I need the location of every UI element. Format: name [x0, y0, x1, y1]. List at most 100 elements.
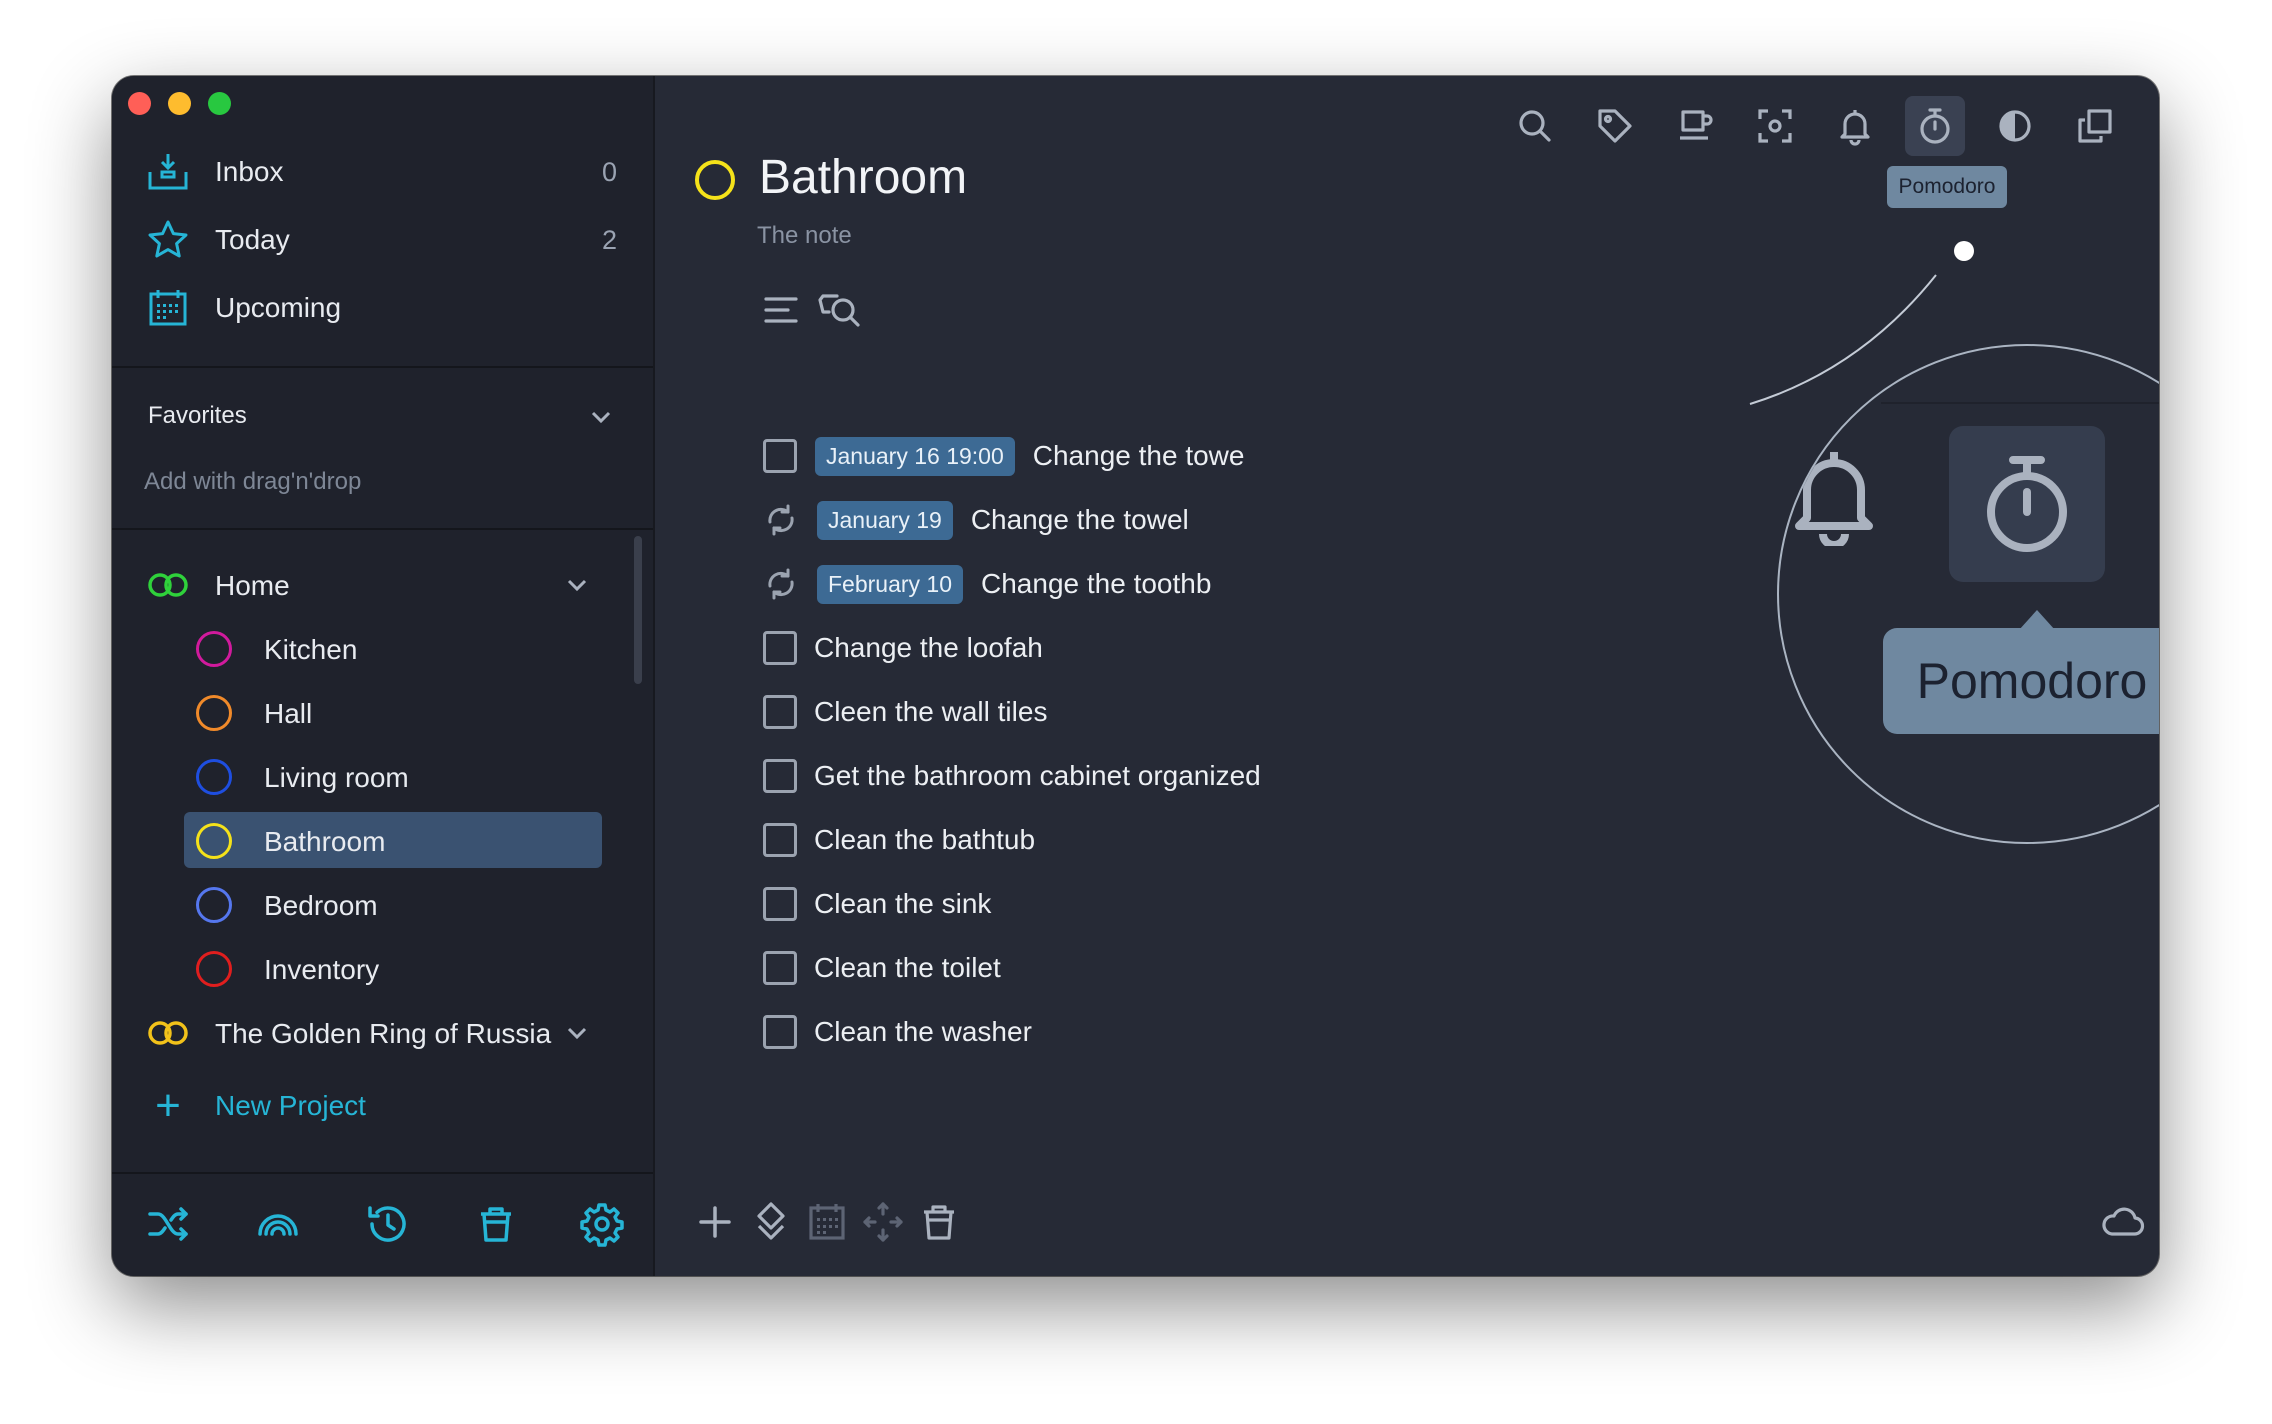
- task-title[interactable]: Change the toothb: [981, 568, 1211, 600]
- project-note[interactable]: The note: [757, 222, 852, 250]
- selected-highlight: [184, 812, 602, 868]
- tag-icon: [1598, 109, 1632, 143]
- sidebar-project-living-room[interactable]: Living room: [112, 748, 653, 806]
- task-title[interactable]: Change the towe: [1033, 440, 1245, 472]
- group-golden-ring[interactable]: The Golden Ring of Russia: [112, 1004, 653, 1062]
- magnified-bell-icon: [1795, 452, 1873, 546]
- new-project-button[interactable]: + New Project: [146, 1084, 366, 1128]
- task-title[interactable]: Clean the washer: [814, 1016, 1032, 1048]
- list-menu-icon[interactable]: [761, 290, 801, 330]
- tag-button[interactable]: [1585, 96, 1645, 156]
- task-checkbox[interactable]: [763, 887, 797, 921]
- trash-icon[interactable]: [472, 1200, 520, 1248]
- inbox-icon: [146, 150, 190, 194]
- pomodoro-tooltip: Pomodoro: [1887, 166, 2007, 208]
- task-checkbox[interactable]: [763, 439, 797, 473]
- project-label: Kitchen: [264, 634, 358, 665]
- sidebar-project-inventory[interactable]: Inventory: [112, 940, 653, 998]
- schedule-icon[interactable]: [803, 1198, 851, 1246]
- search-icon: [1519, 110, 1551, 142]
- project-status-ring[interactable]: [695, 160, 735, 200]
- task-row[interactable]: January 16 19:00 Change the towe: [763, 434, 1244, 478]
- task-row[interactable]: January 19 Change the towel: [763, 498, 1189, 542]
- task-checkbox[interactable]: [763, 631, 797, 665]
- bell-icon: [1840, 110, 1870, 146]
- chevron-down-icon[interactable]: [562, 1018, 592, 1048]
- chevron-down-icon[interactable]: [562, 570, 592, 600]
- search-comments-icon[interactable]: [817, 290, 863, 330]
- minimize-window-button[interactable]: [168, 92, 191, 115]
- sidebar-item-label: Inbox: [215, 156, 284, 187]
- project-color-ring: [196, 759, 232, 795]
- magnified-pomodoro-button: [1949, 426, 2105, 582]
- sidebar-project-bathroom[interactable]: Bathroom: [112, 812, 653, 870]
- task-title[interactable]: Clean the bathtub: [814, 824, 1035, 856]
- sidebar-item-inbox[interactable]: Inbox 0: [112, 142, 653, 202]
- pomodoro-button[interactable]: [1905, 96, 1965, 156]
- shuffle-icon[interactable]: [144, 1200, 192, 1248]
- sidebar-project-bedroom[interactable]: Bedroom: [112, 876, 653, 934]
- task-date-badge[interactable]: February 10: [817, 564, 964, 604]
- coffee-button[interactable]: [1665, 96, 1725, 156]
- repeat-icon[interactable]: [763, 502, 799, 538]
- project-color-ring: [196, 951, 232, 987]
- task-checkbox[interactable]: [763, 759, 797, 793]
- magnified-pomodoro-tooltip: Pomodoro: [1883, 628, 2159, 734]
- sidebar-project-kitchen[interactable]: Kitchen: [112, 620, 653, 678]
- new-window-button[interactable]: [2065, 96, 2125, 156]
- task-checkbox[interactable]: [763, 823, 797, 857]
- task-title[interactable]: Get the bathroom cabinet organized: [814, 760, 1261, 792]
- close-window-button[interactable]: [128, 92, 151, 115]
- sidebar-item-upcoming[interactable]: Upcoming: [112, 278, 653, 338]
- project-color-ring: [196, 887, 232, 923]
- task-checkbox[interactable]: [763, 951, 797, 985]
- gear-icon[interactable]: [578, 1200, 626, 1248]
- history-icon[interactable]: [364, 1200, 412, 1248]
- task-title[interactable]: Clean the sink: [814, 888, 991, 920]
- sidebar-project-hall[interactable]: Hall: [112, 684, 653, 742]
- move-icon[interactable]: [859, 1198, 907, 1246]
- project-color-ring: [196, 695, 232, 731]
- sidebar-scrollbar[interactable]: [634, 536, 642, 684]
- task-title[interactable]: Change the loofah: [814, 632, 1043, 664]
- notifications-button[interactable]: [1825, 96, 1885, 156]
- task-row[interactable]: Clean the washer: [763, 1010, 1032, 1054]
- delete-icon[interactable]: [915, 1198, 963, 1246]
- focus-frame-icon: [1758, 109, 1792, 143]
- task-row[interactable]: Clean the bathtub: [763, 818, 1035, 862]
- group-rings-icon: [146, 1018, 190, 1053]
- task-row[interactable]: Change the loofah: [763, 626, 1043, 670]
- task-title[interactable]: Clean the toilet: [814, 952, 1001, 984]
- repeat-icon[interactable]: [763, 566, 799, 602]
- task-title[interactable]: Change the towel: [971, 504, 1189, 536]
- task-date-badge[interactable]: January 16 19:00: [815, 436, 1015, 476]
- group-rings-icon: [146, 570, 190, 605]
- project-label: Bathroom: [264, 826, 386, 857]
- group-home[interactable]: Home: [112, 556, 653, 614]
- task-row[interactable]: February 10 Change the toothb: [763, 562, 1211, 606]
- rainbow-icon[interactable]: [254, 1200, 302, 1248]
- theme-toggle-button[interactable]: [1985, 96, 2045, 156]
- task-title[interactable]: Cleen the wall tiles: [814, 696, 1047, 728]
- task-row[interactable]: Get the bathroom cabinet organized: [763, 754, 1261, 798]
- add-task-icon[interactable]: [691, 1198, 739, 1246]
- priority-icon[interactable]: [747, 1198, 795, 1246]
- page-title[interactable]: Bathroom: [759, 150, 967, 205]
- sidebar: Inbox 0 Today 2 Upcoming Favorites Add w…: [112, 76, 655, 1276]
- zoom-window-button[interactable]: [208, 92, 231, 115]
- focus-button[interactable]: [1745, 96, 1805, 156]
- task-date-badge[interactable]: January 19: [817, 500, 953, 540]
- calendar-icon: [146, 286, 190, 330]
- cloud-sync-icon[interactable]: [2099, 1198, 2147, 1246]
- task-row[interactable]: Cleen the wall tiles: [763, 690, 1047, 734]
- inbox-count: 0: [601, 156, 617, 187]
- task-row[interactable]: Clean the sink: [763, 882, 991, 926]
- task-checkbox[interactable]: [763, 1015, 797, 1049]
- sidebar-item-today[interactable]: Today 2: [112, 210, 653, 270]
- favorites-title: Favorites: [148, 402, 247, 429]
- search-button[interactable]: [1505, 96, 1565, 156]
- task-checkbox[interactable]: [763, 695, 797, 729]
- task-row[interactable]: Clean the toilet: [763, 946, 1001, 990]
- favorites-chevron-down-icon[interactable]: [586, 402, 616, 432]
- magnifier-target-dot: [1954, 241, 1974, 261]
